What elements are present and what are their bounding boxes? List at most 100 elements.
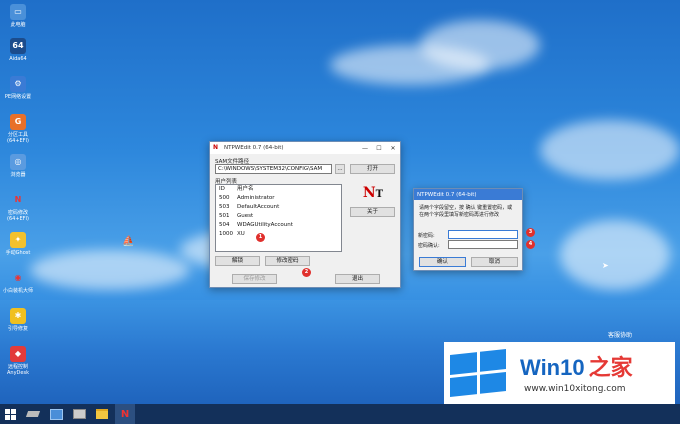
desktop-shortcut[interactable]: ◎ 浏览器 [2, 154, 34, 178]
taskbar-file-explorer[interactable] [92, 404, 112, 424]
close-icon[interactable]: ✕ [386, 145, 400, 152]
about-button[interactable]: 关于 [350, 207, 395, 217]
desktop-shortcut-label: 引导修复 [7, 326, 28, 332]
user-name: WDAGUtilityAccount [237, 222, 293, 228]
desktop-shortcut[interactable]: ◉ 小白装机大师 [2, 270, 34, 295]
user-list-header: ID 用户名 [216, 185, 341, 194]
sam-path-field[interactable]: C:\WINDOWS\SYSTEM32\CONFIG\SAM [215, 164, 332, 174]
taskbar-app-window[interactable] [46, 404, 66, 424]
taskbar: N [0, 404, 680, 424]
sky-cloud [540, 120, 680, 180]
column-header-id: ID [219, 186, 225, 192]
user-id: 500 [219, 195, 230, 201]
folder-icon [96, 409, 108, 419]
user-list[interactable]: ID 用户名 500 Administrator 503 DefaultAccount… [215, 184, 342, 252]
desktop-shortcut[interactable]: ✱ 引导修复 [2, 308, 34, 332]
ntpwedit-window: N NTPWEdit 0.7 (64-bit) — ☐ ✕ SAM文件路径 C:… [209, 141, 401, 288]
desktop-shortcut[interactable]: 64 Aida64 [2, 38, 34, 62]
browse-button[interactable]: ... [335, 164, 345, 174]
aida64-icon: 64 [10, 38, 26, 54]
maximize-icon[interactable]: ☐ [372, 145, 386, 152]
change-password-button[interactable]: 修改密码 [265, 256, 310, 266]
watermark-brand: Win10 [520, 355, 585, 380]
new-password-input[interactable] [448, 230, 518, 239]
mouse-cursor-icon: ➤ [602, 261, 609, 270]
ntpwedit-app-icon: N [213, 144, 219, 151]
desktop-shortcut[interactable]: ◆ 远程控制 AnyDesk [2, 346, 34, 376]
ok-button[interactable]: 确认 [419, 257, 466, 267]
ghost-icon: ✦ [10, 232, 26, 248]
sky-cloud [30, 250, 190, 290]
user-id: 501 [219, 213, 230, 219]
exit-button[interactable]: 退出 [335, 274, 380, 284]
step-badge-3: 3 [526, 228, 535, 237]
user-id: 504 [219, 222, 230, 228]
boot-repair-icon: ✱ [10, 308, 26, 324]
user-name: Guest [237, 213, 254, 219]
desktop-shortcut-label: 手动Ghost [5, 250, 31, 256]
user-row[interactable]: 503 DefaultAccount [216, 203, 341, 212]
desktop-shortcut[interactable]: ⚙ PE网络设置 [2, 76, 34, 100]
installer-icon: ◉ [14, 273, 22, 282]
unlock-button[interactable]: 解锁 [215, 256, 260, 266]
user-name: XU [237, 231, 245, 237]
step-badge-4: 4 [526, 240, 535, 249]
desktop-shortcut-label: Aida64 [9, 56, 27, 62]
anydesk-icon: ◆ [10, 346, 26, 362]
step-badge-1: 1 [256, 233, 265, 242]
app-window-icon [49, 408, 63, 420]
cancel-button[interactable]: 取消 [471, 257, 518, 267]
ntpwedit-logo: NT [362, 185, 384, 201]
computer-icon: ▭ [10, 4, 26, 20]
watermark-url: www.win10xitong.com [524, 384, 626, 394]
open-button[interactable]: 打开 [350, 164, 395, 174]
window-title: NTPWEdit 0.7 (64-bit) [224, 145, 284, 151]
ntpwedit-taskbar-icon: N [120, 408, 130, 420]
confirm-password-label: 密码确认: [418, 243, 440, 249]
minimize-icon[interactable]: — [358, 145, 372, 152]
start-button[interactable] [0, 404, 20, 424]
helper-text: 客服协助 [608, 332, 633, 339]
desktop-shortcut-label: 小白装机大师 [2, 288, 33, 294]
user-row[interactable]: 1000 XU [216, 230, 341, 239]
dialog-title: NTPWEdit 0.7 (64-bit) [417, 191, 477, 198]
sky-cloud [560, 220, 670, 290]
user-id: 503 [219, 204, 230, 210]
user-row[interactable]: 500 Administrator [216, 194, 341, 203]
dialog-instruction: 请两个字段留空，按 确认 键重置密码，或在两个字段里填写新密码再进行修改 [419, 205, 513, 218]
confirm-password-input[interactable] [448, 240, 518, 249]
new-password-label: 新密码: [418, 233, 435, 239]
password-tool-icon: N [14, 195, 22, 204]
column-header-username: 用户名 [237, 186, 254, 192]
desktop-shortcut[interactable]: ✦ 手动Ghost [2, 232, 34, 256]
sailboat-icon: ⛵ [122, 236, 135, 247]
taskbar-drive-tool[interactable] [23, 404, 43, 424]
partition-tool-icon: G [10, 114, 26, 130]
watermark-brand-cn: 之家 [588, 355, 633, 380]
drive-icon [25, 411, 41, 417]
desktop-shortcut[interactable]: N 密码修改 (64+EFI) [2, 192, 34, 223]
password-dialog: NTPWEdit 0.7 (64-bit) 请两个字段留空，按 确认 键重置密码… [413, 188, 523, 271]
desktop-shortcut-label: 密码修改 (64+EFI) [7, 210, 29, 222]
browser-icon: ◎ [10, 154, 26, 170]
desktop-shortcut-label: 浏览器 [10, 172, 26, 178]
sky-cloud [420, 20, 540, 70]
taskbar-network[interactable] [69, 404, 89, 424]
save-changes-button[interactable]: 保存修改 [232, 274, 277, 284]
user-row[interactable]: 501 Guest [216, 212, 341, 221]
desktop-shortcut[interactable]: ▭ 此电脑 [2, 4, 34, 28]
taskbar-ntpwedit[interactable]: N [115, 404, 135, 424]
user-name: Administrator [237, 195, 275, 201]
windows-start-icon [4, 408, 16, 420]
step-badge-2: 2 [302, 268, 311, 277]
user-row[interactable]: 504 WDAGUtilityAccount [216, 221, 341, 230]
desktop-shortcut-label: 此电脑 [10, 22, 26, 28]
desktop-shortcut-label: 分区工具 (64+EFI) [7, 132, 29, 144]
desktop-shortcut[interactable]: G 分区工具 (64+EFI) [2, 114, 34, 144]
user-id: 1000 [219, 231, 233, 237]
watermark-banner: Win10 之家 www.win10xitong.com [444, 342, 675, 404]
desktop-shortcut-label: PE网络设置 [4, 94, 32, 100]
window-titlebar: N NTPWEdit 0.7 (64-bit) — ☐ ✕ [210, 142, 400, 154]
windows-logo-icon [450, 349, 506, 397]
network-icon: ⚙ [10, 76, 26, 92]
